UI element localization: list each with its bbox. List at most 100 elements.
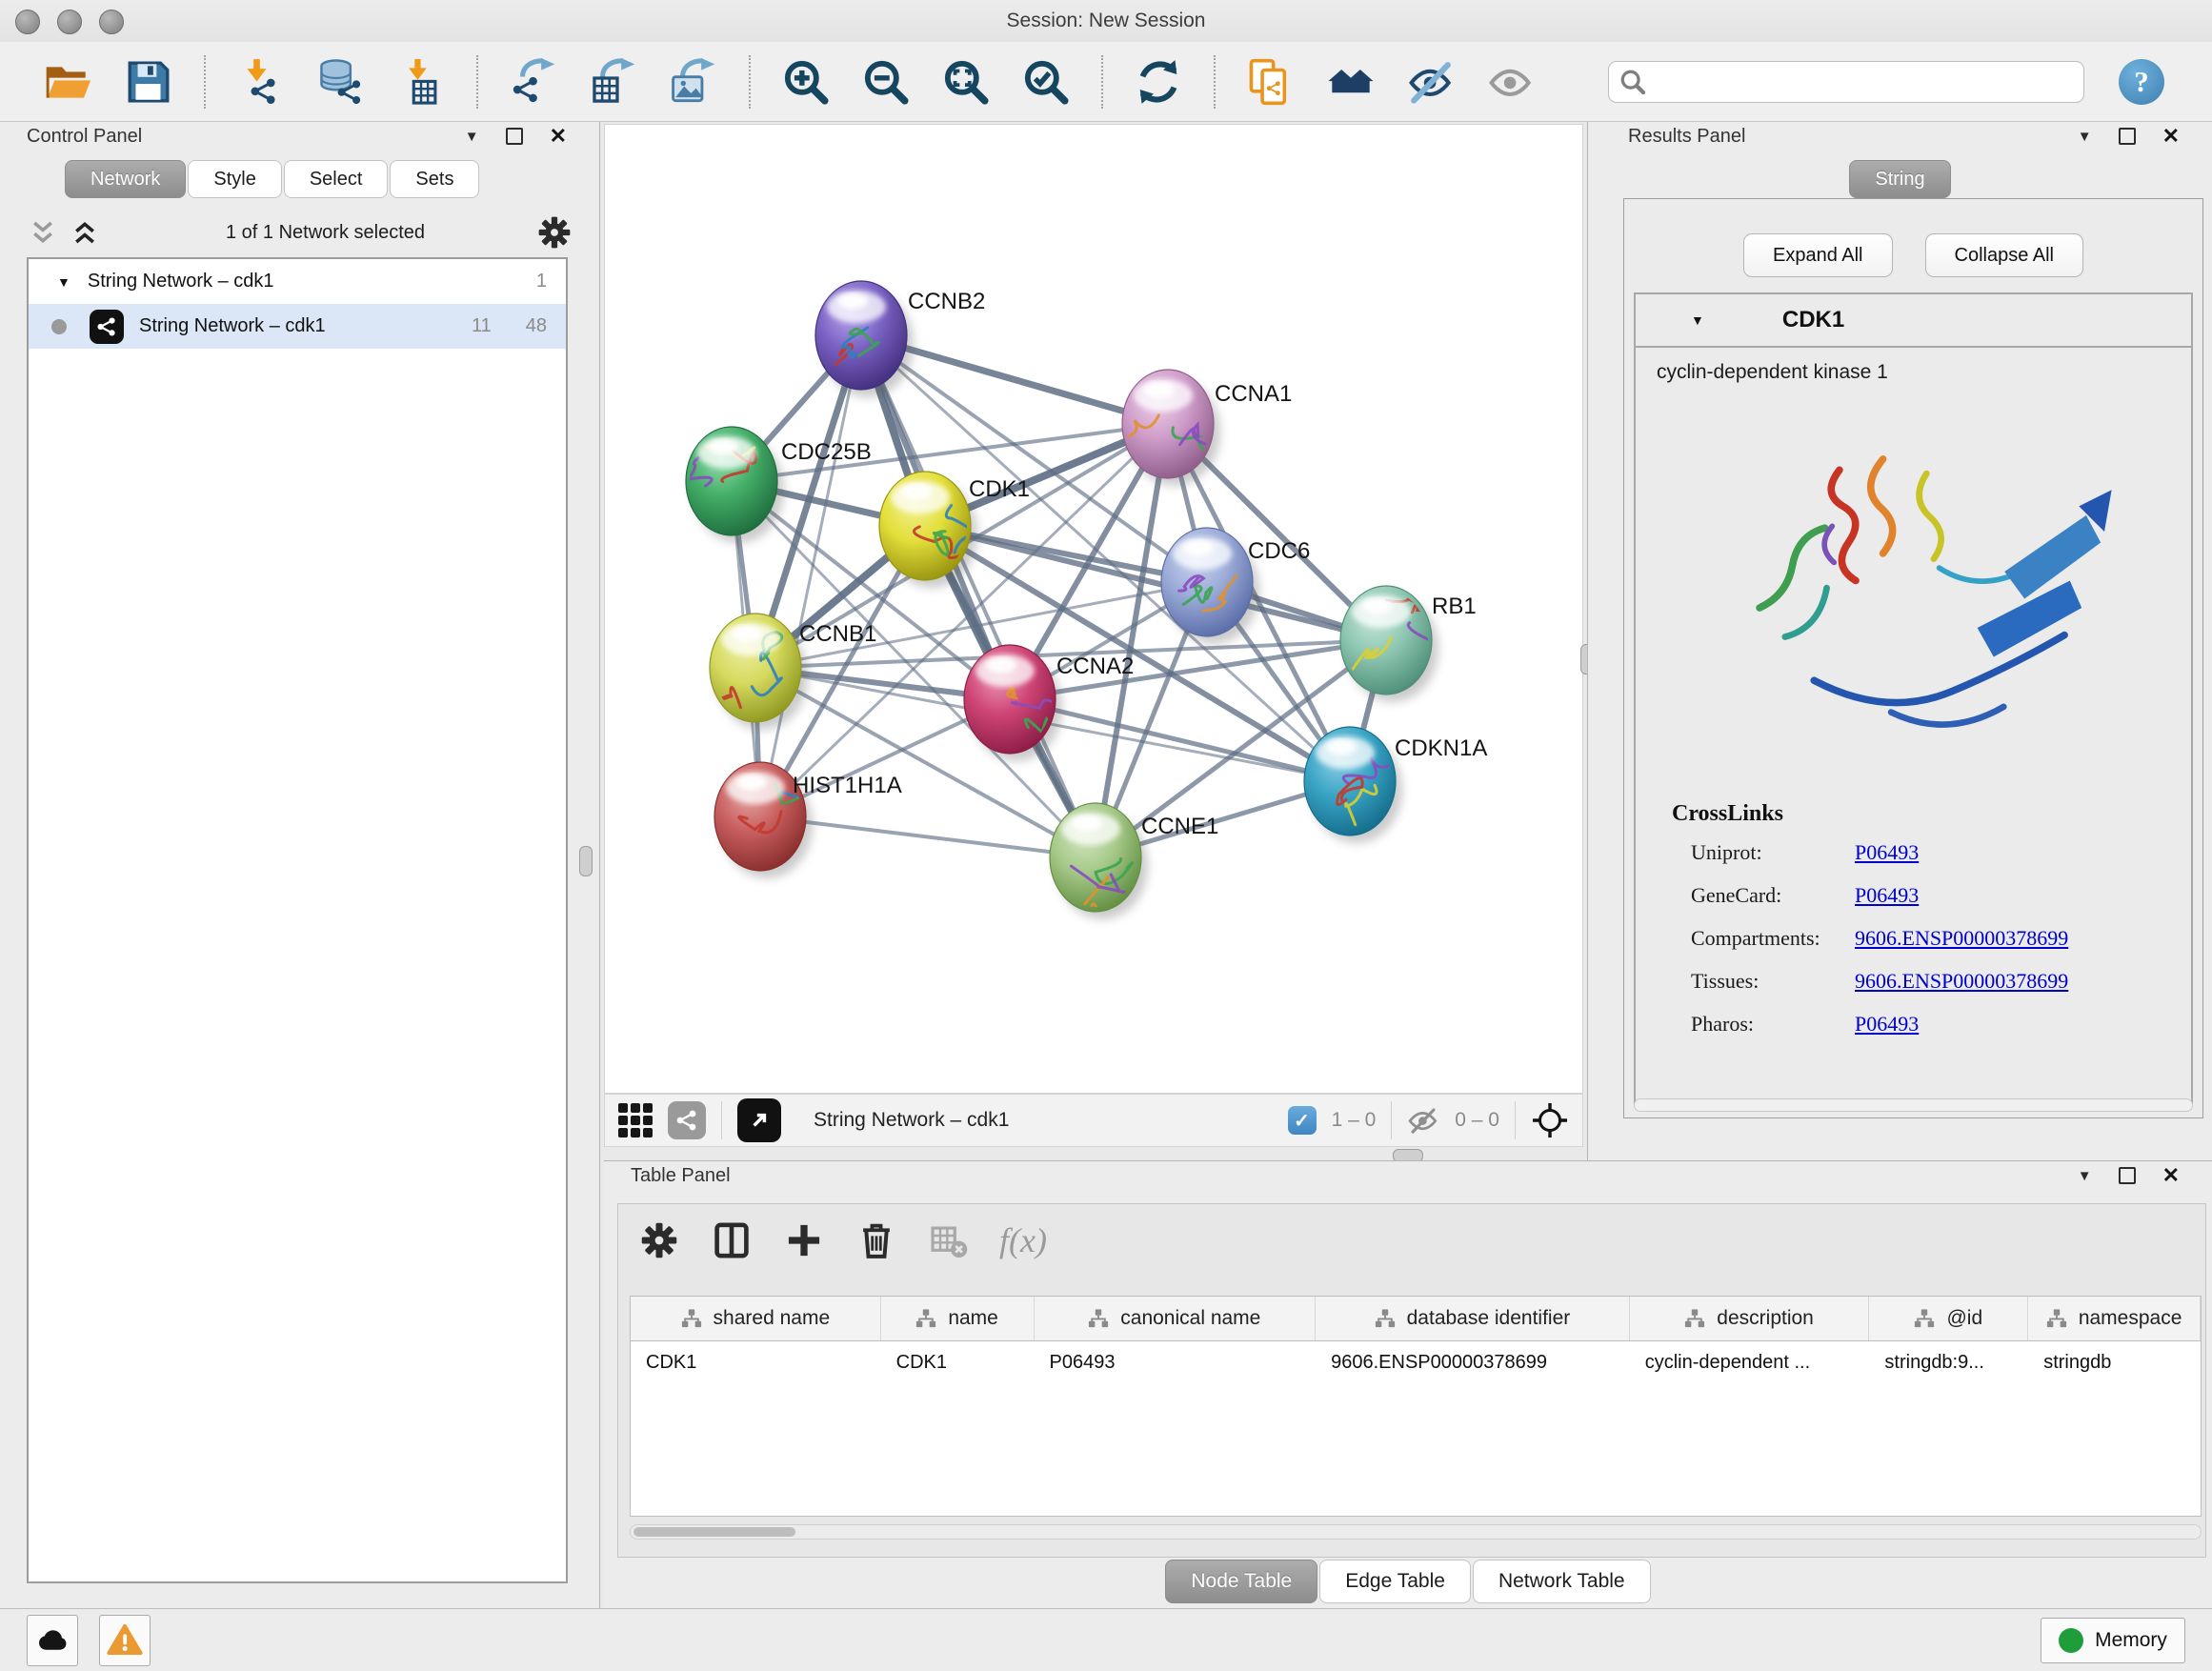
tab-edge-table[interactable]: Edge Table xyxy=(1319,1560,1471,1603)
table-cell[interactable]: P06493 xyxy=(1034,1341,1316,1383)
table-cell[interactable]: CDK1 xyxy=(881,1341,1035,1383)
network-edge-count: 48 xyxy=(526,315,547,337)
node-table[interactable]: shared namenamecanonical namedatabase id… xyxy=(630,1296,2202,1517)
export-network-button[interactable] xyxy=(506,54,561,110)
crosslink-link[interactable]: P06493 xyxy=(1855,840,1919,865)
network-collection-row[interactable]: ▼ String Network – cdk1 1 xyxy=(29,259,566,304)
expand-all-button[interactable]: Expand All xyxy=(1743,233,1893,277)
expand-all-icon[interactable] xyxy=(70,218,99,247)
table-horizontal-scrollbar[interactable] xyxy=(630,1524,2202,1540)
show-all-button[interactable] xyxy=(1483,54,1538,110)
panel-menu-icon[interactable]: ▼ xyxy=(2078,1168,2092,1184)
column-header-namespace[interactable]: namespace xyxy=(2028,1297,2201,1340)
cloud-button[interactable] xyxy=(27,1615,78,1666)
crosslink-link[interactable]: P06493 xyxy=(1855,1012,1919,1037)
grid-view-icon[interactable] xyxy=(618,1103,653,1137)
add-column-icon[interactable] xyxy=(782,1218,826,1262)
network-edge[interactable] xyxy=(760,424,1168,816)
column-header-name[interactable]: name xyxy=(881,1297,1035,1340)
table-cell[interactable]: 9606.ENSP00000378699 xyxy=(1316,1341,1630,1383)
export-table-button[interactable] xyxy=(586,54,641,110)
collection-expander-icon[interactable]: ▼ xyxy=(57,274,70,290)
hide-selected-button[interactable] xyxy=(1403,54,1458,110)
import-table-file-button[interactable] xyxy=(393,54,449,110)
crosslink-link[interactable]: 9606.ENSP00000378699 xyxy=(1855,926,2068,951)
toolbar-separator xyxy=(476,55,478,109)
scrollbar-thumb[interactable] xyxy=(633,1527,795,1537)
column-header-id[interactable]: @id xyxy=(1869,1297,2028,1340)
tab-string[interactable]: String xyxy=(1849,160,1950,198)
panel-close-icon[interactable]: ✕ xyxy=(2162,130,2180,143)
save-session-button[interactable] xyxy=(121,54,176,110)
column-header-canonical-name[interactable]: canonical name xyxy=(1035,1297,1317,1340)
table-cell[interactable]: stringdb:9... xyxy=(1869,1341,2028,1383)
table-cell[interactable]: stringdb xyxy=(2028,1341,2201,1383)
crosslink-link[interactable]: 9606.ENSP00000378699 xyxy=(1855,969,2068,994)
network-node-CDKN1A[interactable] xyxy=(1304,727,1402,843)
panel-float-icon[interactable] xyxy=(506,128,523,145)
tab-network[interactable]: Network xyxy=(65,160,186,198)
network-edge[interactable] xyxy=(760,335,861,816)
search-box[interactable] xyxy=(1608,61,2084,103)
panel-menu-icon[interactable]: ▼ xyxy=(465,129,479,145)
selected-checkbox-icon[interactable]: ✓ xyxy=(1288,1106,1317,1135)
network-node-CCNE1[interactable] xyxy=(1050,803,1148,926)
network-canvas[interactable]: CCNB2CCNA1CDC25BCDK1CDC6RB1CCNB1CCNA2CDK… xyxy=(604,124,1583,1094)
panel-close-icon[interactable]: ✕ xyxy=(550,130,567,143)
node-label-CCNB2: CCNB2 xyxy=(908,289,985,314)
column-header-shared-name[interactable]: shared name xyxy=(631,1297,881,1340)
network-node-CCNB1[interactable] xyxy=(705,614,808,730)
network-node-CDC6[interactable] xyxy=(1161,528,1259,644)
show-columns-icon[interactable] xyxy=(710,1218,754,1262)
crosslink-link[interactable]: P06493 xyxy=(1855,883,1919,908)
panel-menu-icon[interactable]: ▼ xyxy=(2078,129,2092,145)
detach-view-icon[interactable] xyxy=(737,1098,781,1142)
tab-network-table[interactable]: Network Table xyxy=(1473,1560,1651,1603)
network-node-CDK1[interactable] xyxy=(879,472,977,588)
warnings-button[interactable] xyxy=(99,1615,151,1666)
table-cell[interactable]: CDK1 xyxy=(631,1341,881,1383)
network-node-CDC25B[interactable] xyxy=(679,427,784,543)
export-image-button[interactable] xyxy=(666,54,721,110)
first-neighbors-button[interactable] xyxy=(1323,54,1378,110)
collapse-all-icon[interactable] xyxy=(29,218,57,247)
gene-card-header[interactable]: ▼ CDK1 xyxy=(1636,294,2191,348)
network-graph[interactable]: CCNB2CCNA1CDC25BCDK1CDC6RB1CCNB1CCNA2CDK… xyxy=(605,125,1582,1093)
network-view-share-icon[interactable] xyxy=(668,1101,706,1139)
search-input[interactable] xyxy=(1608,61,2084,103)
tab-node-table[interactable]: Node Table xyxy=(1165,1560,1317,1603)
import-network-file-button[interactable] xyxy=(233,54,289,110)
open-session-button[interactable] xyxy=(41,54,96,110)
collapse-all-button[interactable]: Collapse All xyxy=(1925,233,2084,277)
memory-button[interactable]: Memory xyxy=(2041,1618,2185,1663)
network-row[interactable]: String Network – cdk1 11 48 xyxy=(29,304,566,349)
column-header-database-identifier[interactable]: database identifier xyxy=(1316,1297,1630,1340)
zoom-fit-button[interactable] xyxy=(938,54,994,110)
gene-expander-icon[interactable]: ▼ xyxy=(1691,312,1704,328)
tab-style[interactable]: Style xyxy=(188,160,281,198)
network-node-CCNA2[interactable] xyxy=(964,645,1062,761)
panel-float-icon[interactable] xyxy=(2119,128,2136,145)
help-button[interactable]: ? xyxy=(2119,59,2164,105)
panel-close-icon[interactable]: ✕ xyxy=(2162,1169,2180,1182)
tab-sets[interactable]: Sets xyxy=(390,160,479,198)
table-options-gear-icon[interactable] xyxy=(637,1218,681,1262)
panel-float-icon[interactable] xyxy=(2119,1167,2136,1184)
birds-eye-crosshair-icon[interactable] xyxy=(1531,1101,1569,1139)
table-row[interactable]: CDK1CDK1P064939606.ENSP00000378699cyclin… xyxy=(631,1341,2201,1383)
zoom-out-button[interactable] xyxy=(858,54,914,110)
apply-layout-button[interactable] xyxy=(1131,54,1186,110)
zoom-fit-icon xyxy=(942,58,990,106)
new-network-from-selection-button[interactable] xyxy=(1243,54,1298,110)
zoom-selected-button[interactable] xyxy=(1018,54,1074,110)
results-horizontal-scrollbar[interactable] xyxy=(1634,1098,2193,1112)
column-header-description[interactable]: description xyxy=(1630,1297,1870,1340)
network-options-gear-icon[interactable] xyxy=(538,216,571,249)
delete-column-icon[interactable] xyxy=(855,1218,898,1262)
network-node-CCNB2[interactable] xyxy=(815,281,914,397)
import-network-database-button[interactable] xyxy=(313,54,369,110)
table-cell[interactable]: cyclin-dependent ... xyxy=(1630,1341,1870,1383)
left-splitter-handle[interactable] xyxy=(579,846,593,876)
zoom-in-button[interactable] xyxy=(778,54,834,110)
tab-select[interactable]: Select xyxy=(284,160,389,198)
